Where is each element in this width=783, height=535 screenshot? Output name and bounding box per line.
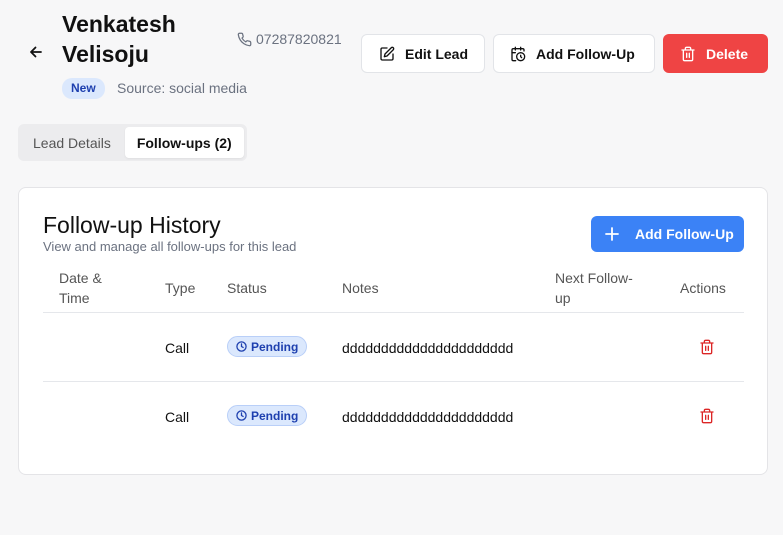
lead-source: Source: social media [117, 80, 247, 96]
col-header-notes: Notes [342, 280, 379, 296]
table-divider [43, 381, 744, 382]
phone-text: 07287820821 [256, 31, 342, 47]
table-divider [43, 312, 744, 313]
card-subtitle: View and manage all follow-ups for this … [43, 239, 297, 254]
add-follow-up-header-label: Add Follow-Up [536, 45, 635, 62]
row2-type: Call [165, 409, 190, 425]
delete-label: Delete [706, 45, 749, 62]
row1-delete-button[interactable] [698, 338, 716, 356]
row1-type: Call [165, 340, 190, 356]
clock-icon [236, 410, 247, 421]
col-header-next-follow-up: Next Follow-up [555, 270, 633, 306]
calendar-clock-icon [511, 46, 526, 61]
follow-up-history-card: Follow-up History View and manage all fo… [18, 187, 768, 475]
plus-icon [605, 227, 619, 241]
col-header-actions: Actions [680, 280, 726, 296]
col-header-status: Status [227, 280, 267, 296]
lead-name: Venkatesh Velisoju [62, 11, 176, 67]
trash-icon [700, 408, 714, 424]
add-follow-up-header-button[interactable]: Add Follow-Up [493, 34, 655, 73]
tab-bar: Lead Details Follow-ups (2) [18, 124, 247, 161]
row1-notes: dddddddddddddddddddddd [342, 340, 514, 356]
status-badge: New [62, 78, 105, 99]
tab-follow-ups[interactable]: Follow-ups (2) [124, 127, 244, 158]
row2-delete-button[interactable] [698, 407, 716, 425]
col-header-type: Type [165, 280, 196, 296]
phone-number: 07287820821 [237, 31, 342, 47]
trash-icon [681, 46, 695, 61]
tab-lead-details[interactable]: Lead Details [21, 127, 123, 158]
back-button[interactable] [26, 42, 46, 62]
card-title: Follow-up History [43, 212, 221, 238]
row1-status-badge: Pending [227, 336, 308, 357]
add-follow-up-label: Add Follow-Up [635, 226, 734, 242]
row1-status-text: Pending [251, 339, 299, 354]
row2-status-badge: Pending [227, 405, 308, 426]
clock-icon [236, 341, 247, 352]
col-header-datetime: Date & Time [59, 270, 102, 306]
edit-lead-label: Edit Lead [405, 45, 469, 62]
trash-icon [700, 339, 714, 355]
edit-lead-button[interactable]: Edit Lead [361, 34, 485, 73]
add-follow-up-button[interactable]: Add Follow-Up [591, 216, 744, 252]
delete-lead-button[interactable]: Delete [663, 34, 768, 73]
row2-notes: dddddddddddddddddddddd [342, 409, 514, 425]
back-arrow-icon [30, 46, 42, 58]
phone-icon [237, 32, 252, 46]
row2-status-text: Pending [251, 408, 299, 423]
edit-icon [380, 46, 395, 61]
